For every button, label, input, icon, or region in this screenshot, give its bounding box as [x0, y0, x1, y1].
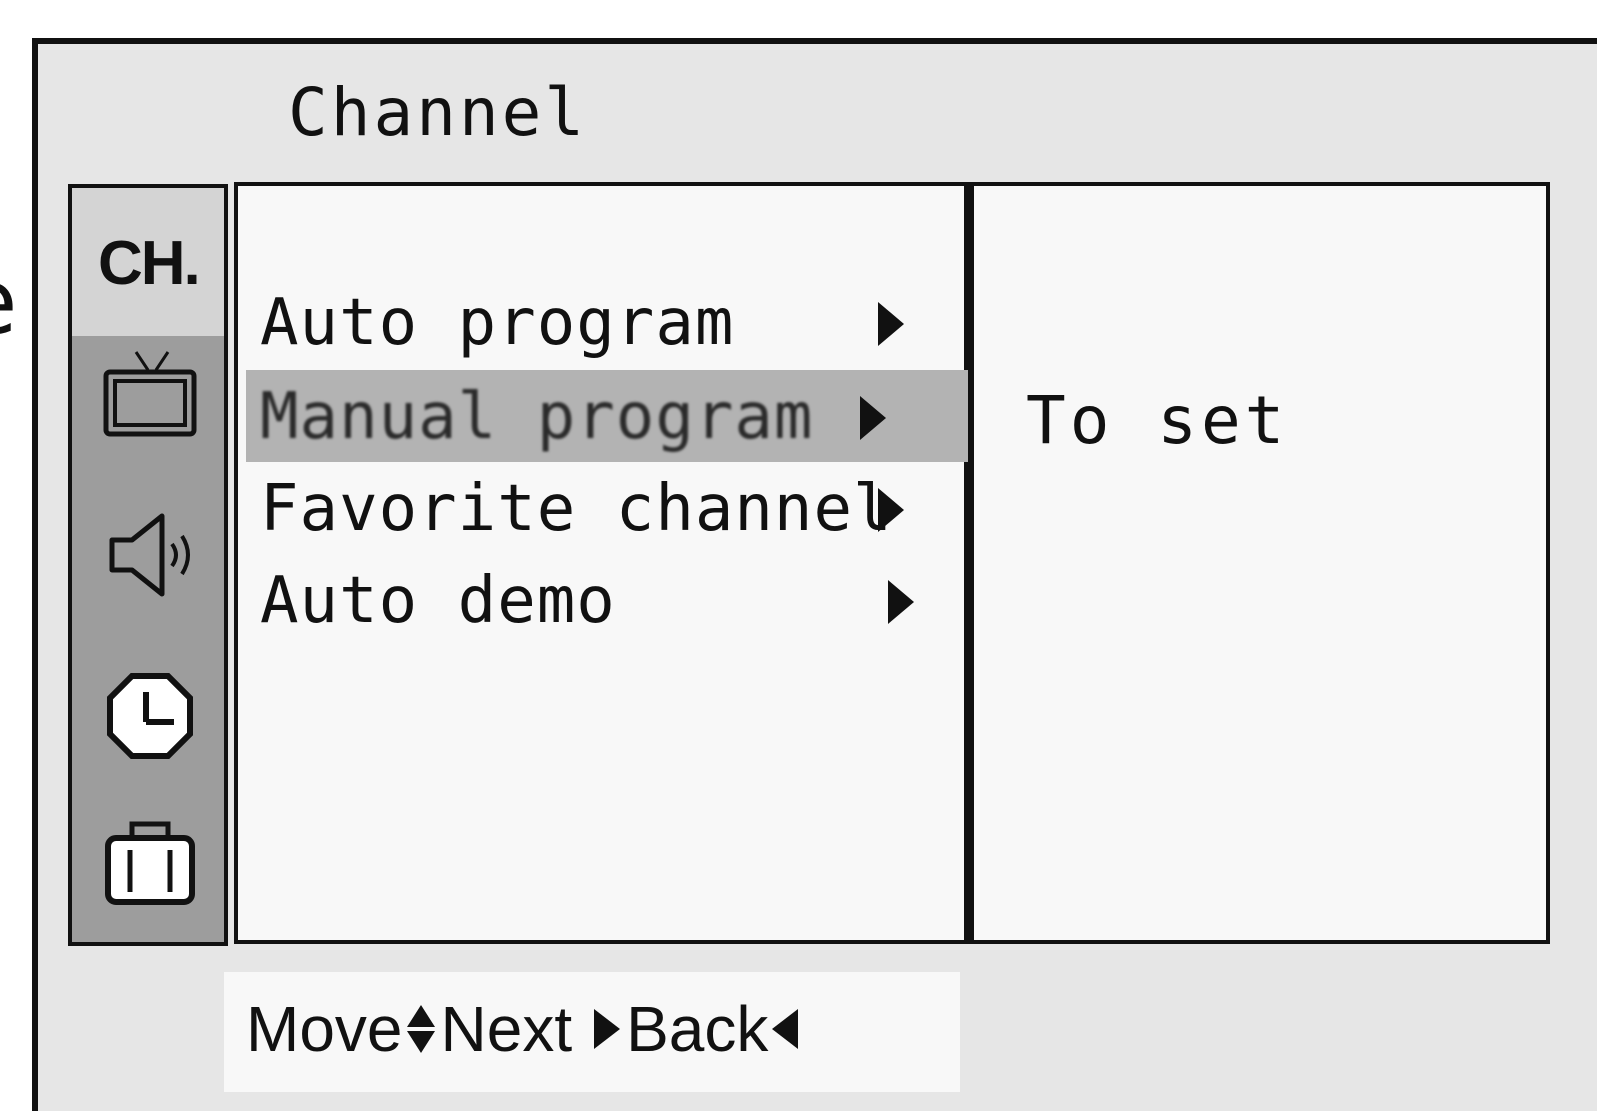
toolbox-icon[interactable] [102, 816, 198, 912]
menu-item-auto-program[interactable]: Auto program [246, 276, 988, 368]
description-text: To set [1026, 382, 1289, 459]
speaker-icon[interactable] [102, 506, 198, 602]
menu-item-label: Auto program [260, 286, 735, 360]
menu-item-favorite-channel[interactable]: Favorite channel [246, 462, 988, 554]
hint-back-label: Back [626, 993, 769, 1065]
right-arrow-icon [594, 1009, 621, 1049]
right-arrow-icon [888, 580, 914, 624]
right-arrow-icon [878, 302, 904, 346]
left-arrow-icon [772, 1009, 799, 1049]
menu-item-manual-program[interactable]: Manual program [246, 370, 988, 462]
hint-next-label: Next [440, 993, 573, 1065]
description-panel: To set [968, 182, 1550, 944]
right-arrow-icon [860, 396, 886, 440]
clipped-edge-glyph: e [0, 258, 17, 348]
osd-title: Channel [288, 74, 588, 151]
hint-move-label: Move [246, 993, 403, 1065]
category-current-label: CH. [98, 229, 201, 298]
category-current[interactable]: CH. [72, 188, 224, 336]
menu-item-label: Manual program [260, 380, 814, 454]
right-arrow-icon [878, 488, 904, 532]
osd-menu-window: Channel CH. Auto program Manual program … [32, 38, 1597, 1111]
menu-list: Auto program Manual program Favorite cha… [234, 182, 988, 944]
menu-item-label: Favorite channel [260, 472, 893, 546]
menu-item-label: Auto demo [260, 564, 616, 638]
up-down-arrow-icon [406, 1005, 435, 1053]
navigation-hint-text: Move Next Back [246, 992, 804, 1066]
clock-icon[interactable] [102, 668, 198, 764]
navigation-hint: Move Next Back [224, 972, 960, 1092]
tv-icon[interactable] [102, 346, 198, 442]
category-rail: CH. [68, 184, 228, 946]
menu-item-auto-demo[interactable]: Auto demo [246, 554, 988, 646]
